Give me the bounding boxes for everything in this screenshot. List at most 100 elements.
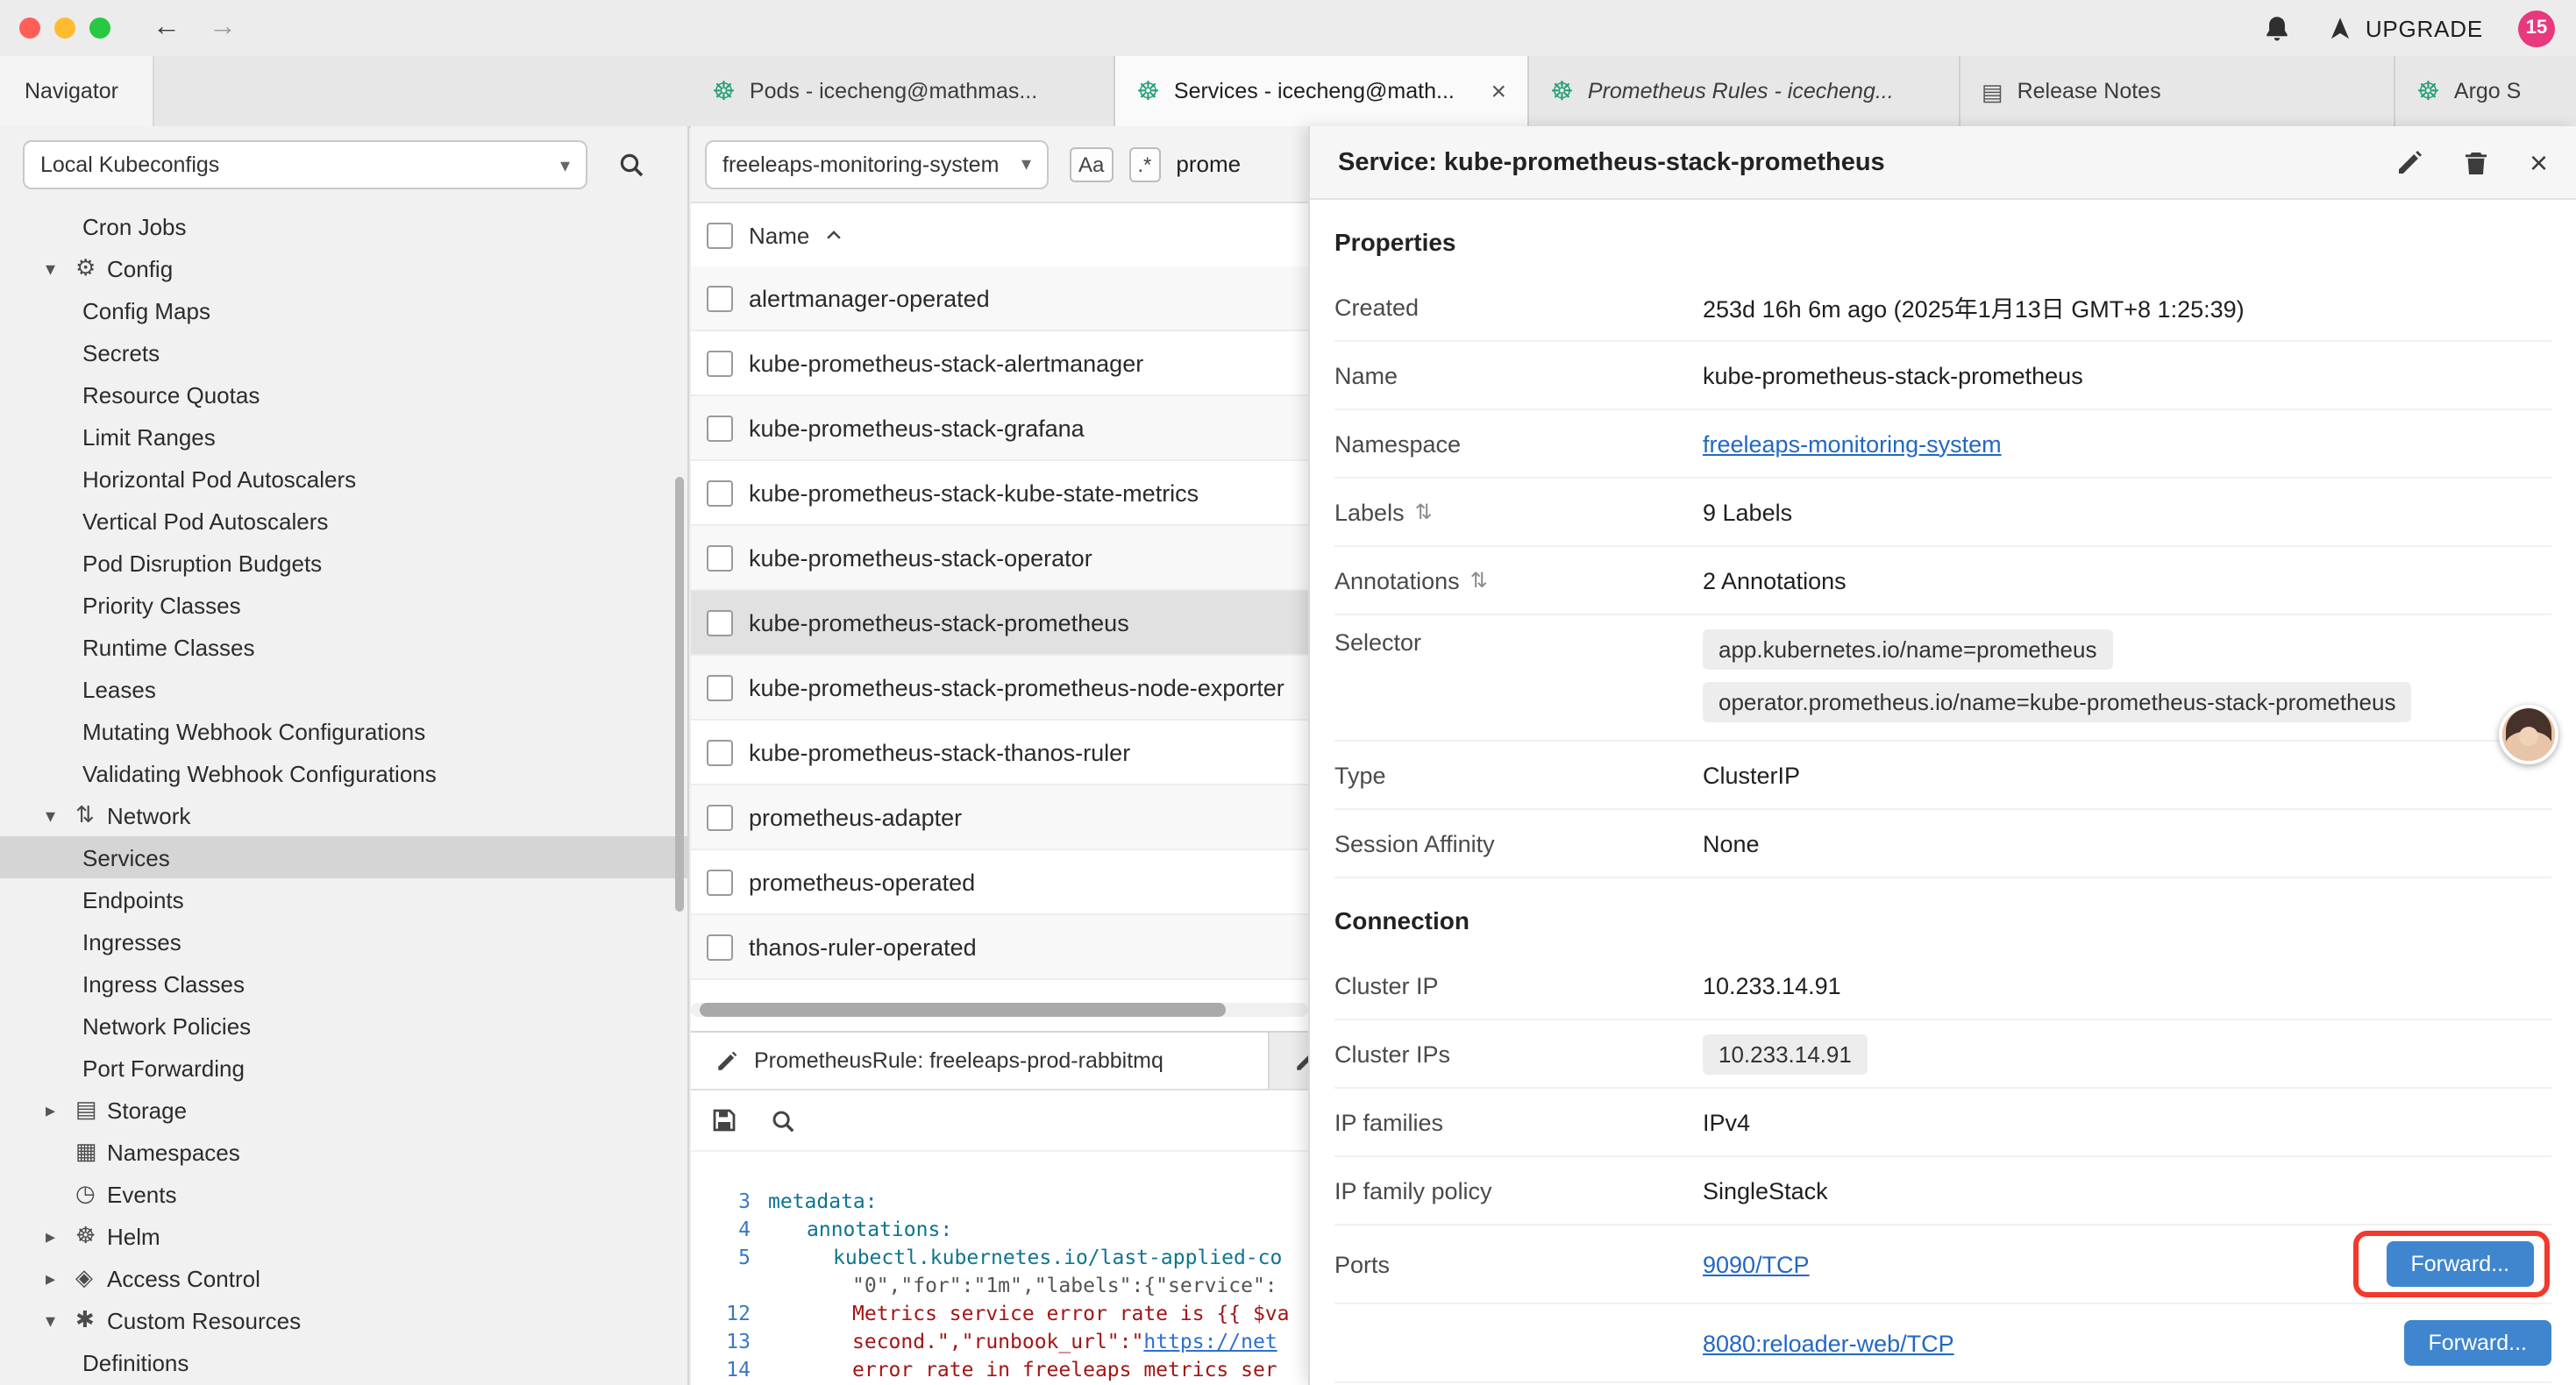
port-link[interactable]: 9090/TCP bbox=[1703, 1251, 1810, 1277]
tree-item[interactable]: Ingress Classes bbox=[0, 962, 687, 1005]
tree-item[interactable]: Vertical Pod Autoscalers bbox=[0, 500, 687, 542]
tree-item[interactable]: Secrets bbox=[0, 331, 687, 373]
unfold-icon[interactable] bbox=[1470, 568, 1488, 593]
tree-item[interactable]: Storage bbox=[0, 1089, 687, 1131]
down-icon[interactable] bbox=[46, 804, 75, 827]
tree-item[interactable]: Network Policies bbox=[0, 1005, 687, 1047]
upgrade-button[interactable]: UPGRADE bbox=[2327, 15, 2483, 41]
chevron-down-icon bbox=[560, 153, 570, 176]
kubeconfig-source-select[interactable]: Local Kubeconfigs bbox=[23, 140, 587, 189]
down-icon[interactable] bbox=[46, 1309, 75, 1332]
line-number bbox=[691, 1271, 768, 1299]
ip-family-policy-row: IP family policy SingleStack bbox=[1334, 1157, 2551, 1225]
delete-trash-icon[interactable] bbox=[2463, 148, 2491, 176]
regex-toggle[interactable]: .* bbox=[1128, 146, 1160, 181]
connection-section-heading: Connection bbox=[1334, 878, 2551, 952]
sidebar-scrollbar[interactable] bbox=[675, 477, 684, 912]
tree-item[interactable]: Network bbox=[0, 794, 687, 836]
search-icon[interactable] bbox=[617, 151, 645, 179]
sort-ascending-icon[interactable] bbox=[823, 225, 843, 245]
tree-item[interactable]: Namespaces bbox=[0, 1131, 687, 1173]
forward-port-button[interactable]: Forward... bbox=[2386, 1241, 2534, 1287]
tree-item[interactable]: Priority Classes bbox=[0, 584, 687, 626]
namespace-filter-select[interactable]: freeleaps-monitoring-system bbox=[705, 139, 1049, 188]
close-icon[interactable] bbox=[2530, 146, 2548, 178]
tab[interactable]: Release Notes bbox=[1960, 56, 2395, 126]
unfold-icon[interactable] bbox=[1415, 500, 1433, 524]
port-link[interactable]: 8080:reloader-web/TCP bbox=[1703, 1330, 1954, 1356]
row-checkbox[interactable] bbox=[707, 739, 733, 765]
tree-item[interactable]: Resource Quotas bbox=[0, 373, 687, 416]
right-icon[interactable] bbox=[46, 1225, 75, 1247]
tree-item[interactable]: Definitions bbox=[0, 1341, 687, 1383]
tab[interactable]: Prometheus Rules - icecheng... bbox=[1529, 56, 1960, 126]
storage-icon bbox=[75, 1096, 107, 1124]
close-window-button[interactable] bbox=[19, 18, 40, 39]
upgrade-label: UPGRADE bbox=[2366, 15, 2483, 41]
tree-item[interactable]: Port Forwarding bbox=[0, 1047, 687, 1089]
tree-item[interactable]: Validating Webhook Configurations bbox=[0, 752, 687, 794]
row-checkbox[interactable] bbox=[707, 934, 733, 960]
row-checkbox[interactable] bbox=[707, 869, 733, 895]
tree-item[interactable]: Pod Disruption Budgets bbox=[0, 542, 687, 584]
tree-item-label: Validating Webhook Configurations bbox=[82, 760, 437, 786]
tab[interactable]: Pods - icecheng@mathmas... bbox=[691, 56, 1115, 126]
edit-pencil-icon[interactable] bbox=[2396, 148, 2424, 176]
tree-item[interactable]: Helm bbox=[0, 1215, 687, 1257]
tree-item[interactable]: Services bbox=[0, 836, 687, 878]
row-checkbox[interactable] bbox=[707, 479, 733, 506]
line-number: 12 bbox=[691, 1299, 768, 1327]
down-icon[interactable] bbox=[46, 257, 75, 280]
tree-item[interactable]: Mutating Webhook Configurations bbox=[0, 710, 687, 752]
row-checkbox[interactable] bbox=[707, 544, 733, 571]
horizontal-scrollbar-thumb[interactable] bbox=[700, 1003, 1226, 1017]
save-icon[interactable] bbox=[710, 1106, 738, 1134]
tree-item[interactable]: Custom Resources bbox=[0, 1299, 687, 1341]
forward-port-button[interactable]: Forward... bbox=[2403, 1320, 2551, 1366]
tree-item[interactable]: Access Control bbox=[0, 1257, 687, 1299]
row-checkbox[interactable] bbox=[707, 350, 733, 376]
select-all-checkbox[interactable] bbox=[707, 222, 733, 248]
tree-item[interactable]: Ingresses bbox=[0, 920, 687, 962]
tab[interactable]: Argo S bbox=[2395, 56, 2576, 126]
service-name: kube-prometheus-stack-prometheus bbox=[749, 609, 1129, 636]
tree-item-label: Services bbox=[82, 844, 170, 870]
tree-item[interactable]: Endpoints bbox=[0, 878, 687, 920]
tree-item[interactable]: Runtime Classes bbox=[0, 626, 687, 668]
row-checkbox[interactable] bbox=[707, 415, 733, 441]
search-icon[interactable] bbox=[770, 1107, 796, 1133]
user-avatar[interactable] bbox=[2499, 705, 2558, 764]
minimize-window-button[interactable] bbox=[54, 18, 75, 39]
tab[interactable]: Services - icecheng@math... bbox=[1115, 56, 1529, 126]
name-column-header[interactable]: Name bbox=[749, 222, 809, 248]
search-input[interactable]: prome bbox=[1176, 151, 1241, 177]
cluster-ip-row: Cluster IP 10.233.14.91 bbox=[1334, 952, 2551, 1020]
row-checkbox[interactable] bbox=[707, 674, 733, 700]
url-link[interactable]: https://net bbox=[1143, 1329, 1277, 1353]
right-icon[interactable] bbox=[46, 1267, 75, 1289]
match-case-toggle[interactable]: Aa bbox=[1070, 146, 1113, 181]
back-button[interactable]: ← bbox=[153, 14, 181, 42]
notifications-bell-icon[interactable] bbox=[2262, 13, 2292, 43]
tree-item[interactable]: Horizontal Pod Autoscalers bbox=[0, 458, 687, 500]
notification-count-badge[interactable]: 15 bbox=[2518, 10, 2555, 46]
layers-icon bbox=[75, 1138, 107, 1166]
close-tab-icon[interactable] bbox=[1491, 78, 1506, 104]
right-icon[interactable] bbox=[46, 1098, 75, 1121]
row-checkbox[interactable] bbox=[707, 285, 733, 311]
forward-button[interactable]: → bbox=[209, 14, 237, 42]
tree-item[interactable]: Events bbox=[0, 1173, 687, 1215]
line-number: 3 bbox=[691, 1187, 768, 1215]
dock-tab-prometheusrule[interactable]: PrometheusRule: freeleaps-prod-rabbitmq bbox=[691, 1033, 1270, 1089]
cluster-tabs: Pods - icecheng@mathmas... Services - ic… bbox=[691, 56, 2576, 126]
tree-item[interactable]: Config bbox=[0, 247, 687, 289]
row-checkbox[interactable] bbox=[707, 804, 733, 830]
row-checkbox[interactable] bbox=[707, 609, 733, 636]
tree-item[interactable]: Limit Ranges bbox=[0, 416, 687, 458]
tree-item[interactable]: Cron Jobs bbox=[0, 205, 687, 247]
namespace-link[interactable]: freeleaps-monitoring-system bbox=[1703, 430, 2002, 457]
tree-item[interactable]: Leases bbox=[0, 668, 687, 710]
maximize-window-button[interactable] bbox=[89, 18, 110, 39]
name-row: Name kube-prometheus-stack-prometheus bbox=[1334, 342, 2551, 410]
tree-item[interactable]: Config Maps bbox=[0, 289, 687, 331]
